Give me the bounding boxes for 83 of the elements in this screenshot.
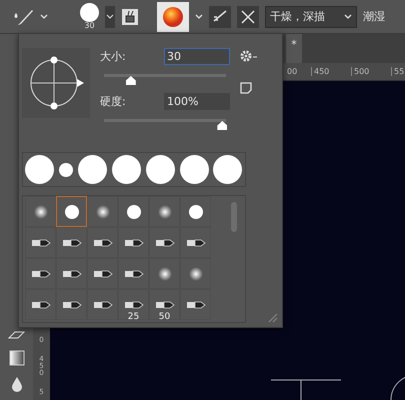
slider-thumb[interactable] (217, 121, 228, 130)
brush-size-label: 25 (128, 312, 140, 322)
caret-icon[interactable] (195, 14, 203, 20)
brush-panel-icon[interactable] (121, 8, 139, 26)
brush-tip-icon (124, 268, 144, 279)
scrollbar-thumb[interactable] (231, 202, 237, 232)
soft-brush-icon (34, 204, 48, 219)
brush-tip-icon (30, 268, 50, 279)
ruler-label: 55 (391, 67, 405, 76)
wet-label: 潮湿 (363, 9, 385, 24)
hard-brush-icon (126, 204, 140, 219)
recent-brush-icon[interactable] (213, 155, 242, 184)
brush-preset[interactable] (56, 196, 87, 228)
brush-preset[interactable] (56, 258, 87, 290)
airbrush-icon[interactable] (209, 6, 231, 28)
gradient-icon[interactable] (8, 350, 24, 366)
brush-preset[interactable] (25, 289, 56, 320)
mix-mode-dropdown[interactable]: 干燥，深描 (265, 6, 357, 28)
recent-brush-icon[interactable] (25, 155, 54, 184)
brush-preset[interactable] (25, 258, 56, 290)
recent-brush-icon[interactable] (180, 155, 209, 184)
size-input[interactable]: 30 (164, 48, 230, 65)
hardness-label: 硬度: (100, 94, 126, 109)
document-tab[interactable]: * (286, 34, 302, 63)
size-label: 大小: (100, 49, 126, 64)
settings-icon[interactable] (240, 50, 258, 62)
brush-preset[interactable] (180, 227, 211, 258)
brush-tip-icon (30, 238, 50, 248)
brush-tip-icon (154, 238, 174, 248)
brush-tip-icon (62, 300, 82, 310)
brush-tip-icon (92, 268, 112, 279)
caret-icon[interactable] (40, 14, 48, 20)
brush-tip-icon (186, 300, 206, 310)
brush-tip-icon (92, 238, 112, 248)
brush-tip-icon (124, 238, 144, 248)
slider-thumb[interactable] (126, 76, 136, 85)
brush-preset[interactable] (87, 227, 118, 258)
brush-tip-icon (124, 300, 144, 310)
soft-brush-icon (188, 266, 202, 281)
hard-brush-icon (64, 204, 78, 219)
brush-preset[interactable] (180, 196, 211, 228)
ruler-label: 500 (351, 67, 391, 76)
brush-tip-icon (92, 300, 112, 310)
brush-tip-icon (30, 300, 50, 310)
brush-preset[interactable]: 50 (149, 289, 180, 320)
recent-brush-icon[interactable] (112, 155, 141, 184)
brush-preset[interactable]: 25 (118, 289, 149, 320)
brush-preset[interactable] (118, 227, 149, 258)
eraser-icon[interactable] (8, 330, 26, 340)
drop-icon[interactable] (10, 376, 22, 392)
brush-preset[interactable] (25, 227, 56, 258)
brush-size: 30 (84, 22, 95, 30)
ruler-label: 450 (311, 67, 351, 76)
recent-brush-icon[interactable] (78, 155, 108, 184)
brush-preview-icon[interactable] (80, 3, 99, 22)
brush-tip-icon (154, 300, 174, 310)
brush-preset[interactable] (118, 258, 149, 290)
brush-angle-preview[interactable] (22, 48, 90, 118)
brush-preset[interactable] (149, 227, 180, 258)
gradient-swatch-icon[interactable] (157, 2, 189, 32)
brush-preset[interactable] (56, 227, 87, 258)
brush-tip-icon (62, 238, 82, 248)
recent-brush-icon[interactable] (59, 162, 74, 177)
brush-size-label: 50 (158, 312, 170, 322)
hardness-input[interactable]: 100% (164, 93, 230, 110)
brush-preset[interactable] (56, 289, 87, 320)
soft-brush-icon (158, 204, 172, 219)
soft-brush-icon (158, 266, 172, 281)
new-preset-icon[interactable] (240, 82, 252, 94)
brush-tip-icon (186, 238, 206, 248)
brush-preset[interactable] (180, 289, 211, 320)
soft-brush-icon (96, 204, 110, 219)
resize-grip-icon[interactable] (268, 313, 278, 323)
hard-brush-icon (188, 204, 202, 219)
brush-tip-icon (62, 268, 82, 279)
brush-preset[interactable] (118, 196, 149, 228)
caret-icon[interactable] (105, 6, 115, 28)
caret-icon (344, 14, 352, 20)
recent-brush-icon[interactable] (146, 155, 175, 184)
brush-cross-icon[interactable] (237, 6, 259, 28)
brush-preset[interactable] (87, 289, 118, 320)
brush-preset[interactable] (87, 258, 118, 290)
ruler-label: 00 (286, 67, 298, 76)
